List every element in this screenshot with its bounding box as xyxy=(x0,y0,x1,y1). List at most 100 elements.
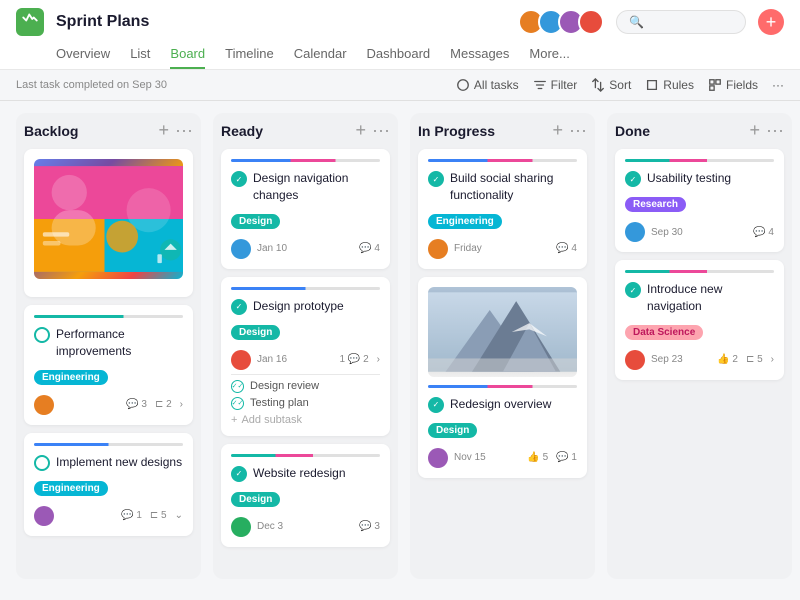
in-progress-more-icon[interactable]: ··· xyxy=(569,121,587,139)
meta-b3: 💬 1 ⊏ 5 ⌄ xyxy=(121,510,183,521)
card-footer-ip1: Friday 💬 4 xyxy=(428,239,577,259)
meta-b2: 💬 3 ⊏ 2 › xyxy=(126,399,183,410)
add-subtask-btn[interactable]: + Add subtask xyxy=(231,414,380,426)
add-subtask-label: Add subtask xyxy=(241,414,302,426)
card-check-b3: Implement new designs xyxy=(34,454,183,471)
all-tasks-label: All tasks xyxy=(474,78,519,92)
nav-list[interactable]: List xyxy=(130,40,150,69)
toolbar-actions: All tasks Filter Sort Rules Fields ··· xyxy=(456,78,784,92)
card-footer-ip2: Nov 15 👍 5 💬 1 xyxy=(428,448,577,468)
comments-ip2: 💬 1 xyxy=(556,452,577,463)
done-add-icon[interactable]: + xyxy=(750,121,761,139)
card-check-d2: Introduce new navigation xyxy=(625,281,774,315)
card-check-r3: Website redesign xyxy=(231,465,380,482)
progress-ip2 xyxy=(428,385,577,388)
nav-calendar[interactable]: Calendar xyxy=(294,40,347,69)
all-tasks-icon xyxy=(456,78,470,92)
mountain-image xyxy=(428,287,577,377)
comments-r3: 💬 3 xyxy=(359,521,380,532)
ready-header: Ready + ··· xyxy=(221,123,390,139)
card-check-b2: Performance improvements xyxy=(34,326,183,360)
progress-d2 xyxy=(625,270,774,273)
nav-timeline[interactable]: Timeline xyxy=(225,40,274,69)
subtasks-b3: ⊏ 5 xyxy=(150,510,167,521)
tag-r2: Design xyxy=(231,325,280,340)
fields-btn[interactable]: Fields xyxy=(708,78,758,92)
backlog-actions[interactable]: + ··· xyxy=(159,123,194,139)
column-ready: Ready + ··· Design navigation changes De… xyxy=(213,113,398,579)
forward-b2: › xyxy=(180,399,183,410)
forward-r2: › xyxy=(377,354,380,365)
rules-btn[interactable]: Rules xyxy=(645,78,694,92)
check-icon-r3 xyxy=(231,466,247,482)
ready-add-icon[interactable]: + xyxy=(356,121,367,139)
in-progress-actions[interactable]: + ··· xyxy=(553,123,588,139)
card-footer-r1: Jan 10 💬 4 xyxy=(231,239,380,259)
card-footer-b2: 💬 3 ⊏ 2 › xyxy=(34,395,183,415)
comments-d1: 💬 4 xyxy=(753,227,774,238)
nav-board[interactable]: Board xyxy=(170,40,205,69)
sort-btn[interactable]: Sort xyxy=(591,78,631,92)
meta-d2: 👍 2 ⊏ 5 › xyxy=(717,354,774,365)
backlog-add-icon[interactable]: + xyxy=(159,121,170,139)
progress-ip1 xyxy=(428,159,577,162)
tag-d1: Research xyxy=(625,197,686,212)
check-icon-ip1 xyxy=(428,171,444,187)
add-subtask-icon: + xyxy=(231,414,237,426)
card-title-ip2: Redesign overview xyxy=(450,396,551,413)
check-icon-r2 xyxy=(231,299,247,315)
comments-r2: 1 💬 2 xyxy=(340,354,369,365)
nav-dashboard[interactable]: Dashboard xyxy=(367,40,431,69)
backlog-header: Backlog + ··· xyxy=(24,123,193,139)
card-footer-d2: Sep 23 👍 2 ⊏ 5 › xyxy=(625,350,774,370)
meta-d1: 💬 4 xyxy=(753,227,774,238)
card-title-d1: Usability testing xyxy=(647,170,731,187)
rules-icon xyxy=(645,78,659,92)
avatar-ip1 xyxy=(428,239,448,259)
kanban-board: Backlog + ··· xyxy=(0,101,800,591)
card-b1 xyxy=(24,149,193,297)
forward-b3: ⌄ xyxy=(175,510,183,521)
ready-title: Ready xyxy=(221,123,356,139)
progress-b3 xyxy=(34,443,183,446)
search-box[interactable]: 🔍 xyxy=(616,10,746,34)
filter-icon xyxy=(533,78,547,92)
more-options-btn[interactable]: ··· xyxy=(772,78,784,92)
card-check-ip2: Redesign overview xyxy=(428,396,577,413)
nav-more[interactable]: More... xyxy=(529,40,569,69)
tag-ip2: Design xyxy=(428,423,477,438)
card-title-d2: Introduce new navigation xyxy=(647,281,774,315)
comments-b3: 💬 1 xyxy=(121,510,142,521)
tag-ip1: Engineering xyxy=(428,214,502,229)
card-title-b3: Implement new designs xyxy=(56,454,182,471)
progress-d1 xyxy=(625,159,774,162)
subtask-check-1: ✓ xyxy=(231,380,244,393)
card-footer-r3: Dec 3 💬 3 xyxy=(231,517,380,537)
ready-more-icon[interactable]: ··· xyxy=(372,121,390,139)
subtasks-b2: ⊏ 2 xyxy=(155,399,172,410)
likes-d2: 👍 2 xyxy=(717,354,738,365)
search-input[interactable] xyxy=(650,15,740,29)
ready-actions[interactable]: + ··· xyxy=(356,123,391,139)
card-title-r3: Website redesign xyxy=(253,465,346,482)
avatar-r3 xyxy=(231,517,251,537)
toolbar: Last task completed on Sep 30 All tasks … xyxy=(0,70,800,101)
avatar-d2 xyxy=(625,350,645,370)
in-progress-header: In Progress + ··· xyxy=(418,123,587,139)
filter-btn[interactable]: Filter xyxy=(533,78,578,92)
subtask-label-1: Design review xyxy=(250,380,319,392)
done-actions[interactable]: + ··· xyxy=(750,123,785,139)
nav-overview[interactable]: Overview xyxy=(56,40,110,69)
card-title-r2: Design prototype xyxy=(253,298,344,315)
tag-r3: Design xyxy=(231,492,280,507)
backlog-more-icon[interactable]: ··· xyxy=(175,121,193,139)
all-tasks-btn[interactable]: All tasks xyxy=(456,78,519,92)
check-icon-r1 xyxy=(231,171,247,187)
done-more-icon[interactable]: ··· xyxy=(766,121,784,139)
date-r1: Jan 10 xyxy=(257,243,353,254)
meta-ip1: 💬 4 xyxy=(556,243,577,254)
nav-messages[interactable]: Messages xyxy=(450,40,509,69)
avatar-ip2 xyxy=(428,448,448,468)
in-progress-add-icon[interactable]: + xyxy=(553,121,564,139)
add-button[interactable]: + xyxy=(758,9,784,35)
